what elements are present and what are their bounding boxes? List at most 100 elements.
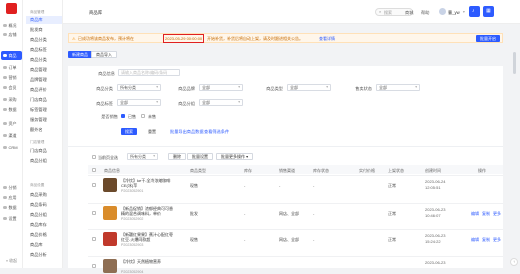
product-name[interactable]: 【冷饮】ke干-全冷浓缩咖啡CE(冰)苹 — [121, 178, 175, 188]
nav-item-stats[interactable]: 数据 — [1, 203, 22, 212]
topbar-link-mall[interactable]: 商城 — [405, 10, 413, 16]
product-thumbnail — [103, 206, 117, 220]
nav-item-order[interactable]: 订单 — [1, 63, 22, 72]
notification-button[interactable]: ♪ — [469, 6, 480, 17]
create-goods-button[interactable]: 新建商品 — [68, 51, 92, 58]
row-action-link[interactable]: 复制 — [482, 211, 490, 217]
highlighted-date: 2023-05-29 00:00:00 — [163, 34, 205, 43]
chevron-down-icon: ▾ — [415, 85, 417, 89]
nav-item-label: CRM — [8, 145, 18, 150]
group-select[interactable]: 全部 ▾ — [199, 99, 243, 106]
row-action-link[interactable]: 更多 — [493, 237, 501, 243]
chevron-down-icon: ▾ — [463, 10, 465, 14]
nav-item-dashboard[interactable]: 概况 — [1, 21, 22, 30]
created-date: 2023-06-23 — [425, 233, 446, 238]
top-bar: 商品库 ⌕ 搜索 商城 帮助 曹_yw ▾ ♪ ▦ — [63, 0, 520, 24]
tag-label: 商品标签 — [96, 101, 113, 106]
submenu-item[interactable]: 商品标签 — [26, 46, 62, 54]
nav-item-channel[interactable]: 渠道 — [1, 131, 22, 140]
row-action-link[interactable]: 更多 — [493, 211, 501, 217]
nav-item-store[interactable]: 店铺 — [1, 30, 22, 39]
row-checkbox[interactable] — [92, 211, 96, 215]
header-checkbox[interactable] — [92, 168, 96, 172]
submenu-item[interactable]: 商品管理 — [26, 66, 62, 74]
submenu-item[interactable]: 商品采购 — [26, 191, 62, 199]
row-divider — [88, 175, 503, 176]
submenu-item[interactable]: 商品价格 — [26, 231, 62, 239]
nav-item-purchase[interactable]: 采购 — [1, 95, 22, 104]
submenu-item[interactable]: 批发商 — [26, 26, 62, 34]
submenu-item[interactable]: 额外名 — [26, 126, 62, 134]
product-name[interactable]: 【新疆红果果】蕉汁心配红枣红豆-火爆同款超 — [121, 232, 175, 242]
row-checkbox[interactable] — [92, 183, 96, 187]
select-value: 全部 — [202, 100, 210, 105]
search-button[interactable]: 搜索 — [121, 128, 137, 135]
column-header: 上架状态 — [388, 168, 404, 173]
avatar[interactable] — [439, 8, 446, 15]
row-action-link[interactable]: 编辑 — [471, 211, 479, 217]
batch-more-button[interactable]: 批量更多操作 ▾ — [216, 153, 254, 160]
nav-item-member[interactable]: 会员 — [1, 83, 22, 92]
export-link[interactable]: 批量导出商品数据 — [170, 129, 204, 135]
unsold-option-label: 未售 — [148, 114, 156, 119]
collapse-nav-button[interactable]: « 收起 — [0, 256, 23, 265]
row-divider — [88, 203, 503, 204]
nav-item-settings[interactable]: 设置 — [1, 214, 22, 223]
app-switch-button[interactable]: ▦ — [483, 6, 494, 17]
row-action-link[interactable]: 编辑 — [471, 237, 479, 243]
row-checkbox[interactable] — [92, 264, 96, 268]
nav-item-distribution[interactable]: 分销 — [1, 183, 22, 192]
dashboard-icon — [3, 23, 7, 28]
submenu-item[interactable]: 商品分析 — [26, 251, 62, 259]
bulk-category-select[interactable]: 所有分类 ▾ — [127, 153, 158, 160]
topbar-link-help[interactable]: 帮助 — [421, 10, 429, 16]
sales-channel: 网店、全部 — [279, 237, 299, 242]
submenu-item[interactable]: 商品分类 — [26, 36, 62, 44]
saved-filter-link[interactable]: 查看筛选条件 — [204, 129, 229, 135]
select-all-checkbox[interactable] — [92, 155, 96, 159]
submenu-item[interactable]: 门店商品 — [26, 147, 62, 155]
import-goods-button[interactable]: 商品导入 — [91, 51, 117, 58]
submenu-item[interactable]: 商品分类 — [26, 56, 62, 64]
nav-item-label: 渠道 — [8, 132, 17, 138]
nav-item-asset[interactable]: 资产 — [1, 119, 22, 128]
delete-button[interactable]: 删除 — [168, 153, 186, 160]
submenu-item[interactable]: 商品条码 — [26, 201, 62, 209]
row-checkbox[interactable] — [92, 237, 96, 241]
nav-item-marketing[interactable]: 营销 — [1, 73, 22, 82]
submenu-item[interactable]: 商品库 — [26, 16, 62, 24]
nav-item-label: 分销 — [8, 184, 17, 190]
sale-state-select[interactable]: 全部 ▾ — [376, 84, 420, 91]
back-to-top-button[interactable]: ↑ — [510, 258, 518, 266]
group-label: 商品分组 — [178, 101, 195, 106]
submenu-item[interactable]: 商品分组 — [26, 157, 62, 165]
reset-button[interactable]: 重置 — [148, 129, 156, 135]
notice-banner: ⚠ 已成功将该商品发布，预计将在 2023-05-29 00:00:00 开始补… — [68, 33, 503, 43]
sale-status-label: 是否销售 — [101, 114, 118, 119]
nav-item-goods[interactable]: 商品 — [1, 51, 22, 60]
created-date: 2023-06-23 — [425, 260, 446, 265]
submenu-item[interactable]: 商品库存 — [26, 221, 62, 229]
product-thumbnail — [103, 259, 117, 273]
user-name[interactable]: 曹_yw — [448, 10, 460, 16]
goods-search-input[interactable]: 请输入商品名称/编码/条码 — [118, 69, 180, 76]
nav-item-app[interactable]: 应用 — [1, 193, 22, 202]
chevron-down-icon: ▾ — [238, 100, 240, 104]
product-name[interactable]: 【新品促销】浓郁经典可可香精的混合调味料，单价 — [121, 206, 175, 216]
row-action-link[interactable]: 复制 — [482, 237, 490, 243]
created-date: 2023-06-23 — [425, 207, 446, 212]
batch-enable-button[interactable]: 批量开启 — [476, 35, 500, 42]
submenu-item[interactable]: 服务管理 — [26, 116, 62, 124]
unsold-checkbox[interactable] — [141, 114, 145, 118]
submenu-item[interactable]: 商品分组 — [26, 211, 62, 219]
batch-settings-button[interactable]: 批量设置 — [187, 153, 213, 160]
notice-details-link[interactable]: 查看详情 — [319, 36, 335, 42]
submenu-item[interactable]: 品牌管理 — [26, 76, 62, 84]
chevron-down-icon: ▾ — [153, 154, 155, 158]
nav-item-data[interactable]: 数据 — [1, 105, 22, 114]
nav-item-crm[interactable]: CRM — [1, 143, 22, 152]
scrollbar-thumb[interactable] — [513, 52, 516, 74]
submenu-item[interactable]: 商品库 — [26, 241, 62, 249]
submenu-item[interactable]: 标签管理 — [26, 106, 62, 114]
sold-checkbox[interactable] — [121, 114, 125, 118]
